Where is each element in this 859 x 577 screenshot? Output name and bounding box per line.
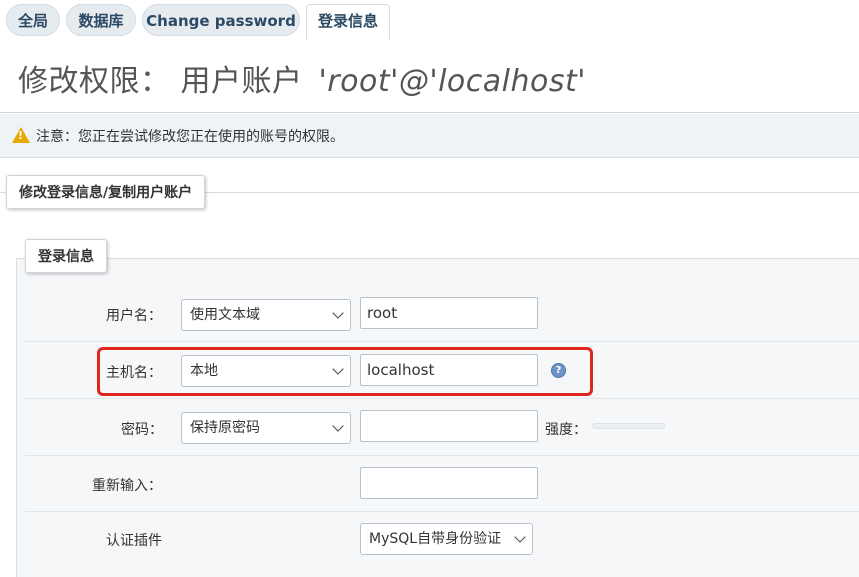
edit-login-legend: 修改登录信息/复制用户账户 [6, 175, 206, 209]
retype-password-input[interactable] [360, 467, 538, 499]
username-type-value: 使用文本域 [190, 307, 260, 323]
hostname-highlight-box [97, 347, 593, 396]
auth-plugin-value: MySQL自带身份验证 [369, 531, 502, 547]
strength-label: 强度： [545, 422, 587, 438]
username-label: 用户名： [106, 308, 162, 324]
warning-icon [12, 127, 30, 143]
row-divider [25, 455, 859, 456]
password-label: 密码： [121, 422, 163, 438]
password-strength-meter [592, 423, 665, 429]
tab-change-password[interactable]: Change password [142, 4, 300, 36]
page-title-prefix: 修改权限： 用户账户 [18, 64, 303, 99]
chevron-down-icon [332, 307, 344, 319]
notice-text: 注意：您正在尝试修改您正在使用的账号的权限。 [36, 129, 344, 145]
tab-login-info[interactable]: 登录信息 [306, 4, 390, 40]
row-divider [25, 341, 859, 342]
retype-label: 重新输入： [92, 478, 162, 494]
username-type-select[interactable]: 使用文本域 [181, 299, 351, 331]
tab-databases[interactable]: 数据库 [66, 4, 136, 36]
auth-plugin-label: 认证插件 [106, 533, 162, 549]
row-divider [25, 398, 859, 399]
chevron-down-icon [514, 531, 526, 543]
password-option-value: 保持原密码 [190, 420, 260, 436]
password-option-select[interactable]: 保持原密码 [181, 412, 351, 444]
chevron-down-icon [332, 420, 344, 432]
row-divider [25, 511, 859, 512]
page-title: 修改权限： 用户账户 'root'@'localhost' [18, 56, 586, 100]
auth-plugin-select[interactable]: MySQL自带身份验证 [360, 523, 533, 555]
top-tabs: 全局 数据库 Change password 登录信息 [0, 0, 859, 40]
notice-banner: 注意：您正在尝试修改您正在使用的账号的权限。 [0, 114, 859, 158]
password-input[interactable] [360, 410, 538, 442]
login-info-legend: 登录信息 [25, 239, 107, 273]
title-divider [0, 112, 859, 113]
username-input[interactable]: root [360, 297, 538, 329]
tab-global[interactable]: 全局 [6, 4, 60, 36]
page-title-account: 'root'@'localhost' [318, 64, 587, 99]
